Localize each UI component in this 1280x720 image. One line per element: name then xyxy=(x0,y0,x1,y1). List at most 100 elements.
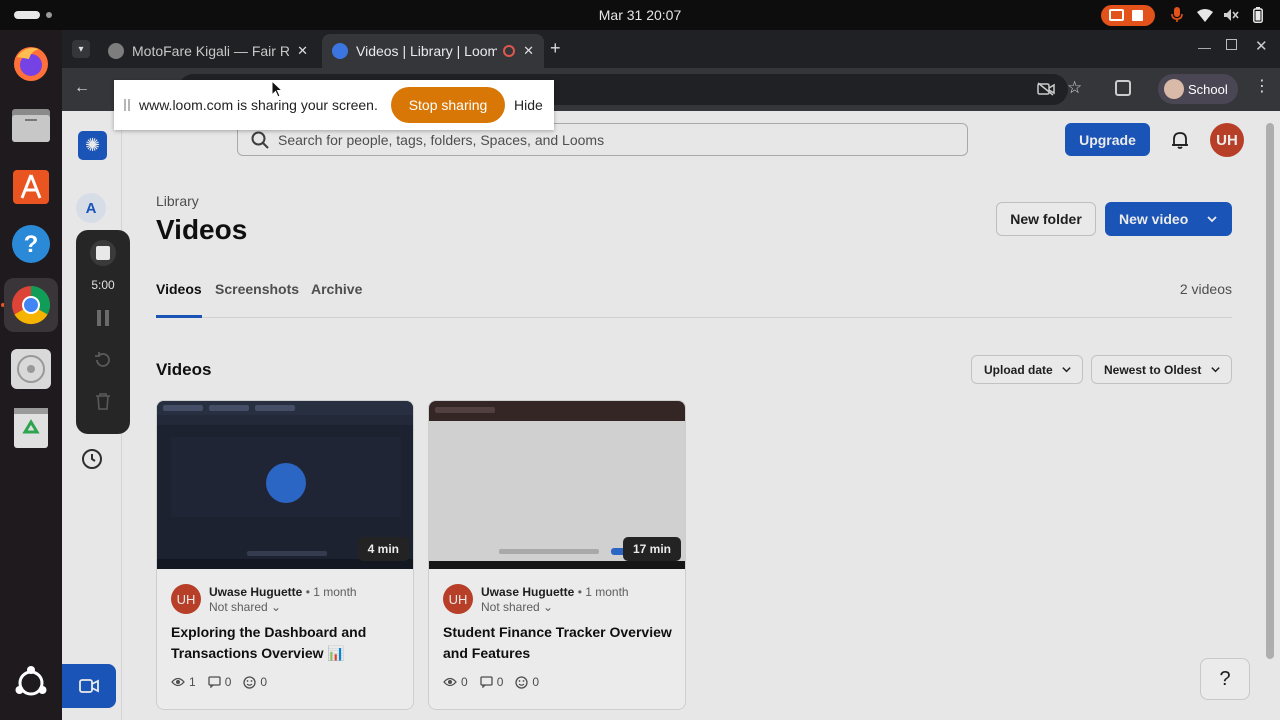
globe-icon xyxy=(108,43,124,59)
video-age: 1 month xyxy=(585,585,629,599)
page-scrollbar[interactable] xyxy=(1266,123,1274,659)
comment-count: 0 xyxy=(496,675,504,689)
author-avatar[interactable]: UH xyxy=(171,584,201,614)
reaction-count: 0 xyxy=(260,675,268,689)
extensions-icon[interactable] xyxy=(1115,80,1131,96)
clock-icon[interactable] xyxy=(81,448,103,470)
pause-icon[interactable] xyxy=(96,310,110,331)
camera-icon xyxy=(79,679,99,693)
comment-icon xyxy=(208,676,221,688)
system-clock[interactable]: Mar 31 20:07 xyxy=(0,7,1280,23)
delete-icon[interactable] xyxy=(95,392,111,415)
author-name[interactable]: Uwase Huguette xyxy=(481,585,574,599)
stop-icon xyxy=(96,246,110,260)
new-folder-button[interactable]: New folder xyxy=(996,202,1096,236)
volume-muted-icon[interactable] xyxy=(1222,6,1240,24)
workspace-avatar[interactable]: A xyxy=(76,193,106,223)
section-title: Videos xyxy=(156,360,212,379)
reaction-count: 0 xyxy=(532,675,540,689)
emoji-icon xyxy=(243,675,257,689)
tab-motofare[interactable]: MotoFare Kigali — Fair R ✕ xyxy=(98,34,318,68)
close-tab-icon[interactable]: ✕ xyxy=(297,43,308,59)
close-tab-icon[interactable]: ✕ xyxy=(523,43,534,59)
view-count: 0 xyxy=(461,675,468,689)
mouse-cursor-icon xyxy=(271,80,283,98)
new-video-button[interactable]: New video xyxy=(1105,202,1232,236)
wifi-icon[interactable] xyxy=(1196,6,1214,24)
hide-button[interactable]: Hide xyxy=(514,97,543,113)
search-icon xyxy=(251,131,269,149)
screen-share-indicator[interactable] xyxy=(1101,5,1155,26)
recording-indicator-icon xyxy=(503,45,516,57)
video-stats: 0 0 0 xyxy=(443,675,551,689)
search-placeholder: Search for people, tags, folders, Spaces… xyxy=(278,131,605,148)
minimize-icon[interactable]: — xyxy=(1198,40,1211,55)
video-title[interactable]: Exploring the Dashboard and Transactions… xyxy=(171,622,403,664)
svg-text:?: ? xyxy=(24,231,39,258)
view-count: 1 xyxy=(189,675,196,689)
breadcrumb[interactable]: Library xyxy=(156,193,199,209)
chevron-down-icon xyxy=(1061,364,1072,378)
tab-videos[interactable]: Videos xyxy=(156,281,202,318)
bell-icon[interactable] xyxy=(1170,130,1190,150)
stop-recording-button[interactable] xyxy=(90,240,116,266)
app-center-icon[interactable] xyxy=(10,164,52,206)
chrome-icon[interactable] xyxy=(4,278,58,332)
video-thumbnail[interactable]: 4 min xyxy=(157,401,413,569)
video-thumbnail[interactable]: 17 min xyxy=(429,401,685,569)
help-icon[interactable]: ? xyxy=(1200,658,1250,700)
new-tab-icon[interactable]: + xyxy=(550,38,561,59)
show-apps-icon[interactable] xyxy=(10,662,52,704)
video-card[interactable]: 4 min UH Uwase Huguette • 1 month Not sh… xyxy=(156,400,414,710)
video-count: 2 videos xyxy=(1179,281,1232,297)
profile-avatar xyxy=(1164,79,1184,99)
tab-search-icon[interactable]: ▾ xyxy=(72,40,90,58)
battery-icon[interactable] xyxy=(1249,6,1267,24)
eye-icon xyxy=(171,677,185,687)
firefox-icon[interactable] xyxy=(10,42,52,84)
help-app-icon[interactable]: ? xyxy=(10,223,52,265)
maximize-icon[interactable] xyxy=(1226,39,1237,50)
back-icon[interactable]: ← xyxy=(74,79,90,97)
camera-blocked-icon[interactable] xyxy=(1037,82,1055,96)
comment-count: 0 xyxy=(224,675,232,689)
stop-sharing-button[interactable]: Stop sharing xyxy=(391,87,505,123)
screen-sharing-bar: www.loom.com is sharing your screen. Sto… xyxy=(114,80,554,130)
sort-order-dropdown[interactable]: Newest to Oldest xyxy=(1091,355,1232,384)
files-icon[interactable] xyxy=(10,104,52,146)
chevron-down-icon: ⌄ xyxy=(271,600,282,614)
recording-timer: 5:00 xyxy=(91,278,115,292)
duration-badge: 17 min xyxy=(622,537,681,561)
loom-logo-icon[interactable]: ✺ xyxy=(78,131,107,160)
disc-icon[interactable] xyxy=(10,348,52,390)
video-age: 1 month xyxy=(313,585,357,599)
microphone-icon[interactable] xyxy=(1168,6,1186,24)
duration-badge: 4 min xyxy=(357,537,409,561)
browser-tab-bar: ▾ MotoFare Kigali — Fair R ✕ Videos | Li… xyxy=(62,30,1280,68)
page-title: Videos xyxy=(156,214,248,245)
video-card[interactable]: 17 min UH Uwase Huguette • 1 month Not s… xyxy=(428,400,686,710)
user-avatar[interactable]: UH xyxy=(1210,123,1244,157)
tab-archive[interactable]: Archive xyxy=(311,281,362,318)
chevron-down-icon: ⌄ xyxy=(543,600,554,614)
trash-icon[interactable] xyxy=(10,406,52,448)
author-avatar[interactable]: UH xyxy=(443,584,473,614)
drag-handle-icon[interactable] xyxy=(124,99,130,111)
restart-icon[interactable] xyxy=(93,350,113,375)
share-status-dropdown[interactable]: Not shared ⌄ xyxy=(209,600,281,614)
browser-menu-icon[interactable]: ⋮ xyxy=(1254,79,1270,95)
upgrade-button[interactable]: Upgrade xyxy=(1065,123,1150,156)
bookmark-star-icon[interactable]: ☆ xyxy=(1067,78,1082,98)
emoji-icon xyxy=(515,675,529,689)
profile-chip[interactable]: School xyxy=(1158,74,1238,104)
video-title[interactable]: Student Finance Tracker Overview and Fea… xyxy=(443,622,675,664)
sort-by-dropdown[interactable]: Upload date xyxy=(971,355,1083,384)
share-status-dropdown[interactable]: Not shared ⌄ xyxy=(481,600,553,614)
tab-loom-videos[interactable]: Videos | Library | Loom ✕ xyxy=(322,34,544,68)
record-button[interactable] xyxy=(62,664,116,708)
ubuntu-dock: ? xyxy=(0,30,62,720)
author-name[interactable]: Uwase Huguette xyxy=(209,585,302,599)
tab-screenshots[interactable]: Screenshots xyxy=(215,281,299,318)
chevron-down-icon xyxy=(1210,364,1221,378)
close-window-icon[interactable]: ✕ xyxy=(1255,37,1268,55)
